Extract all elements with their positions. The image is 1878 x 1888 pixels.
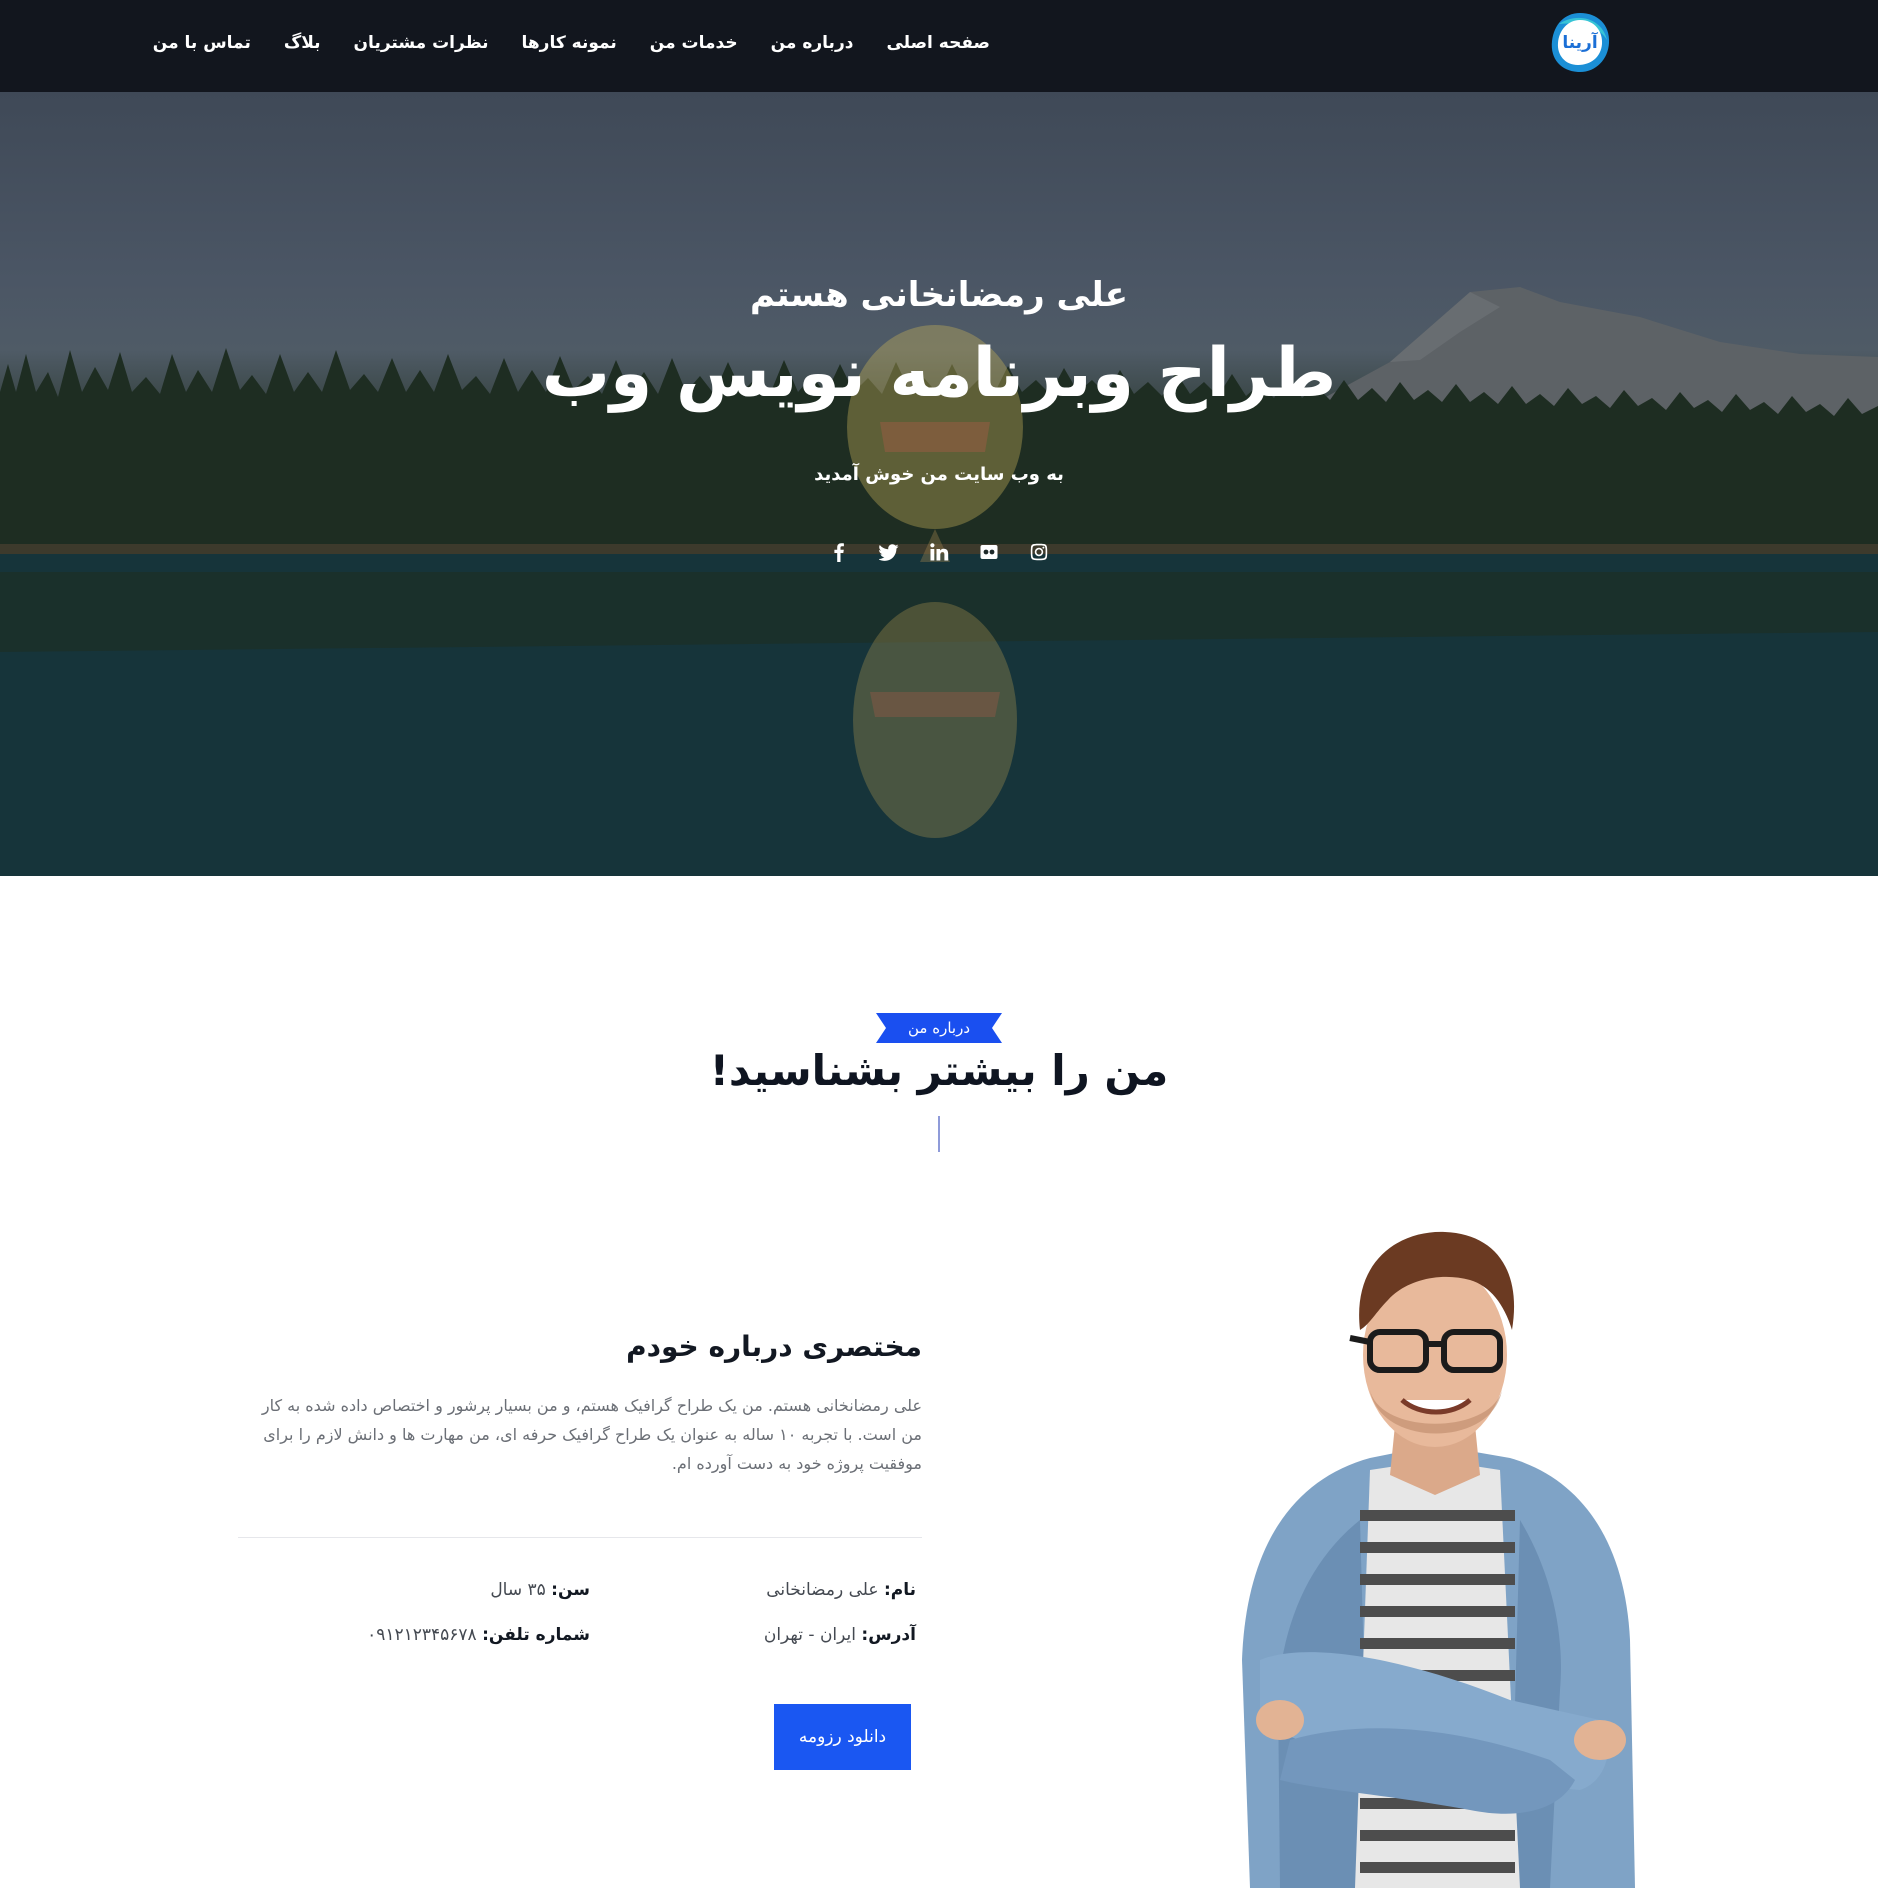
info-address: آدرس: ایران - تهران <box>764 1625 916 1645</box>
site-logo[interactable]: آرینا <box>1547 10 1613 76</box>
nav-link-blog[interactable]: بلاگ <box>284 33 321 53</box>
instagram-icon[interactable] <box>1029 542 1049 562</box>
profile-photo <box>1242 1231 1635 1888</box>
nav-item-services: خدمات من <box>650 33 738 53</box>
info-phone: شماره تلفن: ۰۹۱۲۱۲۳۴۵۶۷۸ <box>367 1625 590 1645</box>
info-name-label: نام: <box>883 1580 916 1600</box>
about-content: مختصری درباره خودم علی رمضانخانی هستم. م… <box>238 1330 922 1645</box>
info-phone-value: ۰۹۱۲۱۲۳۴۵۶۷۸ <box>367 1625 477 1645</box>
about-separator <box>238 1537 922 1538</box>
hero-kicker: علی رمضانخانی هستم <box>750 275 1128 315</box>
about-paragraph: علی رمضانخانی هستم. من یک طراح گرافیک هس… <box>261 1396 922 1473</box>
download-resume-button[interactable]: دانلود رزومه <box>774 1704 911 1770</box>
info-age: سن: ۳۵ سال <box>490 1580 590 1600</box>
info-address-value: ایران - تهران <box>763 1625 856 1645</box>
nav-link-contact[interactable]: تماس با من <box>153 33 251 53</box>
linkedin-icon[interactable] <box>929 542 949 562</box>
nav-item-testimonials: نظرات مشتریان <box>354 33 489 53</box>
main-menu: صفحه اصلی درباره من خدمات من نمونه کارها… <box>153 0 990 86</box>
nav-item-portfolio: نمونه کارها <box>522 33 617 53</box>
facebook-icon[interactable] <box>829 542 849 562</box>
nav-link-about[interactable]: درباره من <box>771 33 854 53</box>
nav-link-testimonials[interactable]: نظرات مشتریان <box>354 33 489 53</box>
info-phone-label: شماره تلفن: <box>482 1625 590 1645</box>
hero-subtitle: به وب سایت من خوش آمدید <box>814 464 1064 485</box>
info-age-value: ۳۵ سال <box>490 1580 546 1600</box>
info-address-label: آدرس: <box>861 1625 916 1645</box>
nav-item-contact: تماس با من <box>153 33 251 53</box>
flickr-icon[interactable] <box>979 542 999 562</box>
nav-item-home: صفحه اصلی <box>886 33 990 53</box>
logo-text: آرینا <box>1562 33 1598 53</box>
heading-divider <box>938 1116 940 1152</box>
nav-link-portfolio[interactable]: نمونه کارها <box>522 33 617 53</box>
section-tag-about: درباره من <box>876 1013 1002 1043</box>
about-section-heading: من را بیشتر بشناسید! <box>709 1046 1169 1095</box>
top-navbar: آرینا صفحه اصلی درباره من خدمات من نمونه… <box>0 0 1878 92</box>
about-subtitle: مختصری درباره خودم <box>626 1330 922 1363</box>
section-tag-label: درباره من <box>908 1019 970 1037</box>
info-name: نام: علی رمضانخانی <box>766 1580 916 1600</box>
hero-title: طراح وبرنامه نویس وب <box>541 334 1337 413</box>
nav-item-about: درباره من <box>771 33 854 53</box>
twitter-icon[interactable] <box>878 542 899 562</box>
info-age-label: سن: <box>551 1580 590 1600</box>
nav-link-home[interactable]: صفحه اصلی <box>886 33 990 53</box>
nav-link-services[interactable]: خدمات من <box>650 33 738 53</box>
hero-section: علی رمضانخانی هستم طراح وبرنامه نویس وب … <box>0 92 1878 876</box>
hero-content: علی رمضانخانی هستم طراح وبرنامه نویس وب … <box>0 92 1878 876</box>
info-name-value: علی رمضانخانی <box>766 1580 879 1600</box>
social-links <box>0 542 1878 562</box>
nav-item-blog: بلاگ <box>284 33 321 53</box>
